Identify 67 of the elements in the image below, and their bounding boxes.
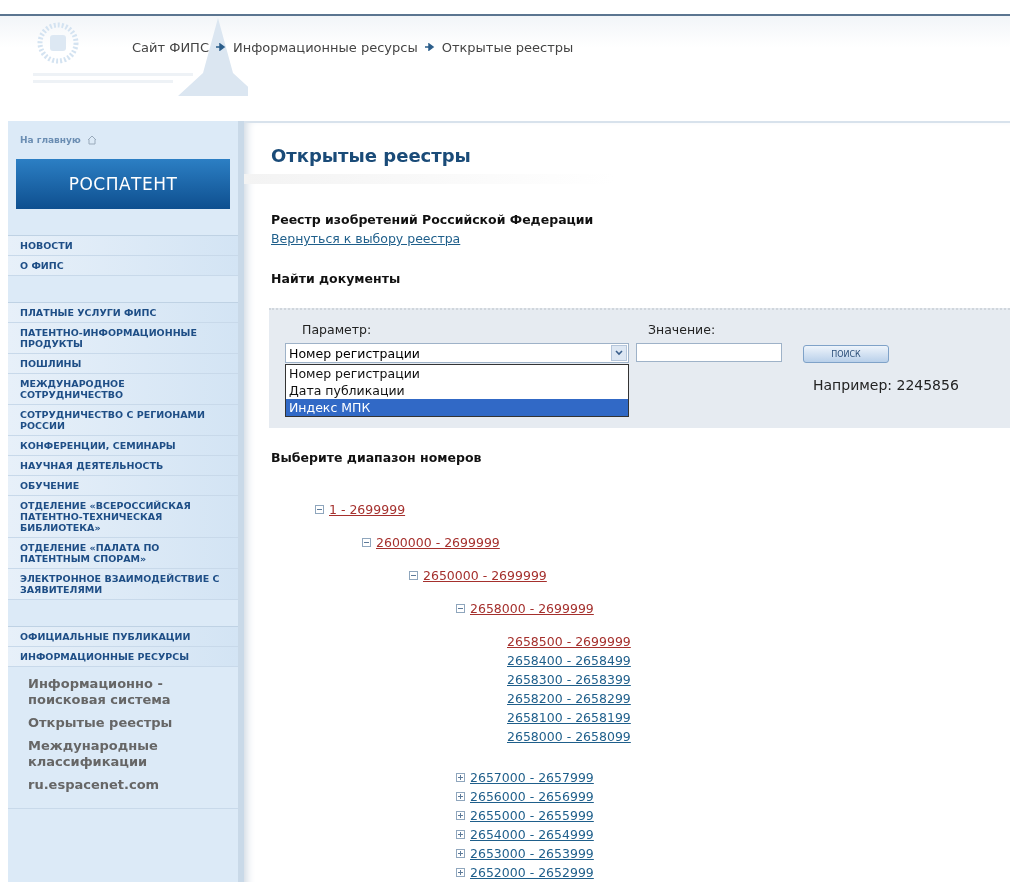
range-link[interactable]: 2600000 - 2699999	[376, 535, 500, 550]
parameter-label: Параметр:	[302, 322, 373, 339]
arrow-icon	[424, 43, 435, 51]
sidebar-item[interactable]: О ФИПС	[8, 256, 238, 276]
breadcrumb-link[interactable]: Открытые реестры	[441, 39, 574, 55]
expand-icon[interactable]	[456, 773, 465, 782]
expand-icon[interactable]	[456, 811, 465, 820]
expand-icon[interactable]	[456, 830, 465, 839]
collapse-icon[interactable]	[362, 538, 371, 547]
section-heading: Выберите диапазон номеров	[271, 450, 483, 465]
arrow-icon	[215, 43, 226, 51]
sidebar-item[interactable]: КОНФЕРЕНЦИИ, СЕМИНАРЫ	[8, 436, 238, 456]
sidebar-item[interactable]: ОФИЦИАЛЬНЫЕ ПУБЛИКАЦИИ	[8, 627, 238, 647]
sidebar-item[interactable]: ОБУЧЕНИЕ	[8, 476, 238, 496]
breadcrumb-link[interactable]: Информационные ресурсы	[232, 39, 418, 55]
sidebar-item[interactable]: ПОШЛИНЫ	[8, 354, 238, 374]
dropdown-option[interactable]: Дата публикации	[286, 382, 628, 399]
rospatent-banner[interactable]: РОСПАТЕНТ	[16, 159, 230, 209]
range-link[interactable]: 2658300 - 2658399	[507, 672, 631, 687]
sidebar-item[interactable]: ОТДЕЛЕНИЕ «ПАЛАТА ПО ПАТЕНТНЫМ СПОРАМ»	[8, 538, 238, 569]
sidebar-item[interactable]: СОТРУДНИЧЕСТВО С РЕГИОНАМИ РОССИИ	[8, 405, 238, 436]
collapse-icon[interactable]	[409, 571, 418, 580]
example-text: Например: 2245856	[813, 377, 959, 393]
sidebar-subitem[interactable]: ru.espacenet.com	[28, 777, 226, 793]
house-icon	[86, 135, 97, 145]
sidebar-subitem[interactable]: Открытые реестры	[28, 715, 226, 731]
range-link[interactable]: 2656000 - 2656999	[470, 789, 594, 804]
registry-title: Реестр изобретений Российской Федерации	[271, 212, 595, 227]
expand-icon[interactable]	[456, 868, 465, 877]
sidebar-item[interactable]: НОВОСТИ	[8, 236, 238, 256]
sidebar-subitem[interactable]: Информационно - поисковая система	[28, 676, 226, 708]
sidebar-item[interactable]: ИНФОРМАЦИОННЫЕ РЕСУРСЫ	[8, 647, 238, 667]
range-link[interactable]: 2657000 - 2657999	[470, 770, 594, 785]
caret-icon	[611, 345, 627, 361]
range-link[interactable]: 1 - 2699999	[329, 502, 406, 517]
range-link[interactable]: 2654000 - 2654999	[470, 827, 594, 842]
sidebar-item[interactable]: НАУЧНАЯ ДЕЯТЕЛЬНОСТЬ	[8, 456, 238, 476]
range-link[interactable]: 2652000 - 2652999	[470, 865, 594, 880]
range-link[interactable]: 2658400 - 2658499	[507, 653, 631, 668]
search-button[interactable]: ПОИСК	[803, 345, 889, 363]
dropdown-option[interactable]: Индекс МПК	[286, 399, 628, 416]
expand-icon[interactable]	[456, 792, 465, 801]
range-link[interactable]: 2650000 - 2699999	[423, 568, 547, 583]
range-link[interactable]: 2658100 - 2658199	[507, 710, 631, 725]
sidebar-item[interactable]: ЭЛЕКТРОННОЕ ВЗАИМОДЕЙСТВИЕ С ЗАЯВИТЕЛЯМИ	[8, 569, 238, 600]
value-field[interactable]	[636, 343, 782, 362]
back-link[interactable]: Вернуться к выбору реестра	[271, 231, 461, 246]
range-link[interactable]: 2658000 - 2699999	[470, 601, 594, 616]
page-title: Открытые реестры	[271, 145, 472, 166]
range-link[interactable]: 2653000 - 2653999	[470, 846, 594, 861]
parameter-select[interactable]: Номер регистрации	[285, 343, 629, 363]
sidebar-item[interactable]: МЕЖДУНАРОДНОЕ СОТРУДНИЧЕСТВО	[8, 374, 238, 405]
value-label: Значение:	[648, 322, 717, 339]
range-link[interactable]: 2655000 - 2655999	[470, 808, 594, 823]
sidebar-item[interactable]: ПЛАТНЫЕ УСЛУГИ ФИПС	[8, 303, 238, 323]
range-link[interactable]: 2658200 - 2658299	[507, 691, 631, 706]
sidebar-item[interactable]: ПАТЕНТНО-ИНФОРМАЦИОННЫЕ ПРОДУКТЫ	[8, 323, 238, 354]
collapse-icon[interactable]	[315, 505, 324, 514]
dropdown-option[interactable]: Номер регистрации	[286, 365, 628, 382]
range-link[interactable]: 2658500 - 2699999	[507, 634, 631, 649]
range-link[interactable]: 2658000 - 2658099	[507, 729, 631, 744]
sidebar-subitem[interactable]: Международные классификации	[28, 738, 226, 770]
collapse-icon[interactable]	[456, 604, 465, 613]
breadcrumb-link[interactable]: Сайт ФИПС	[132, 39, 209, 55]
sidebar-item[interactable]: ОТДЕЛЕНИЕ «ВСЕРОССИЙСКАЯ ПАТЕНТНО-ТЕХНИЧЕСКАЯ БИБЛИОТЕКА»	[8, 496, 238, 538]
expand-icon[interactable]	[456, 849, 465, 858]
section-heading: Найти документы	[271, 271, 402, 286]
